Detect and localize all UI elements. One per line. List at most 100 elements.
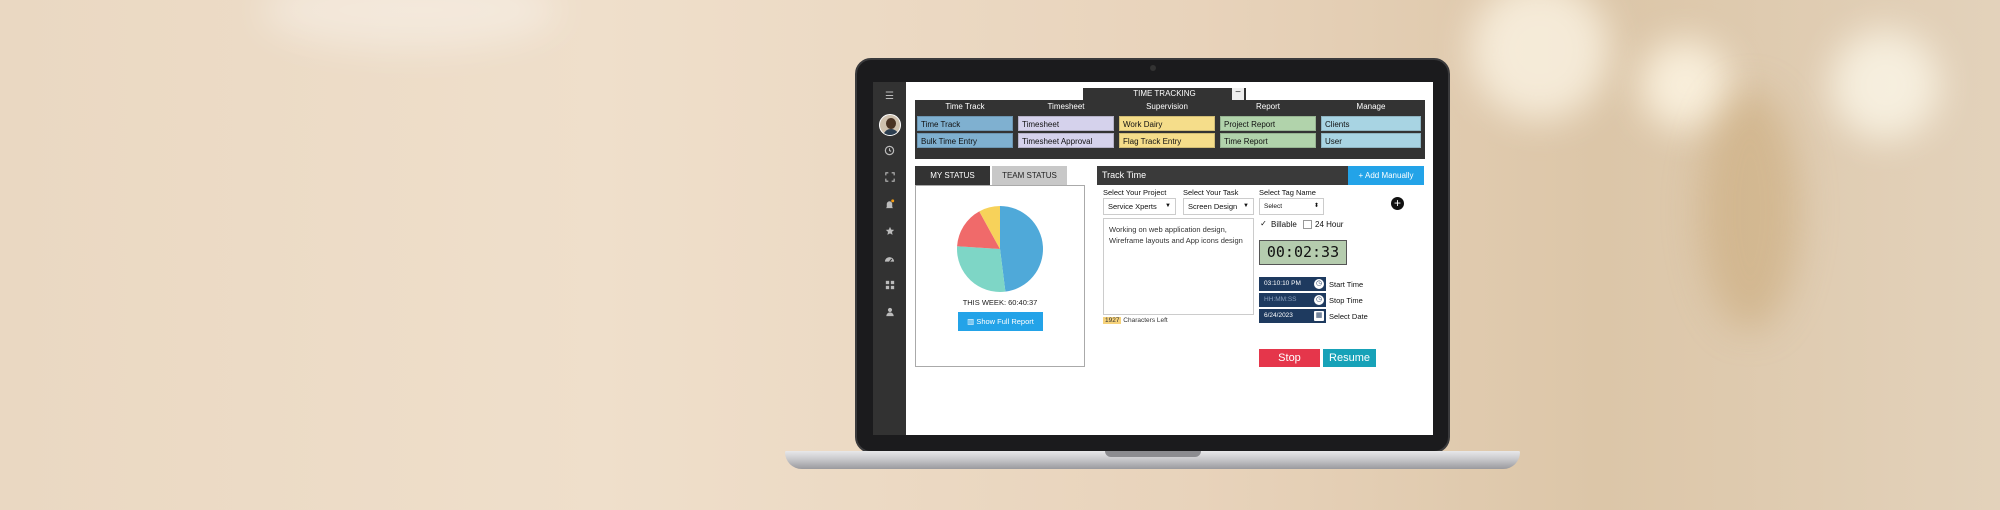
nav-item-project-report[interactable]: Project Report xyxy=(1220,116,1316,131)
calendar-icon[interactable]: ▦ xyxy=(1314,311,1324,321)
nav-header: Timesheet xyxy=(1047,102,1085,111)
background-blur-light xyxy=(1640,40,1730,130)
laptop-notch xyxy=(1105,451,1201,457)
track-time-title: Track Time xyxy=(1102,170,1147,180)
nav-item-flag-track-entry[interactable]: Flag Track Entry xyxy=(1119,133,1215,148)
week-total: THIS WEEK: 60:40:37 xyxy=(962,298,1038,307)
top-nav-menu: Time Track Time Track Bulk Time Entry Ti… xyxy=(915,100,1425,159)
24-hour-checkbox[interactable]: 24 Hour xyxy=(1303,220,1344,230)
start-time-input[interactable]: 03:10:10 PM ◷ xyxy=(1259,277,1326,291)
camera xyxy=(1150,65,1156,71)
user-icon[interactable] xyxy=(873,307,906,321)
24-hour-label: 24 Hour xyxy=(1315,220,1344,229)
description-textarea[interactable]: Working on web application design, Wiref… xyxy=(1103,218,1254,315)
tab-team-status[interactable]: TEAM STATUS xyxy=(992,166,1067,185)
stop-time-input[interactable]: HH:MM:SS ◷ xyxy=(1259,293,1326,307)
select-date-label: Select Date xyxy=(1329,312,1368,321)
checkbox-box xyxy=(1303,220,1312,230)
app-screen: ☰ TIME TRACKING − Time Track Time Track … xyxy=(873,82,1433,435)
background-blur-light xyxy=(1700,90,1800,330)
nav-item-work-dairy[interactable]: Work Dairy xyxy=(1119,116,1215,131)
nav-header: Manage xyxy=(1356,102,1386,111)
billable-label: Billable xyxy=(1271,220,1297,229)
timer-display: 00:02:33 xyxy=(1259,240,1347,265)
stop-time-label: Stop Time xyxy=(1329,296,1363,305)
main-content: TIME TRACKING − Time Track Time Track Bu… xyxy=(906,82,1433,435)
bell-icon[interactable] xyxy=(873,199,906,214)
project-select-value: Service Xperts xyxy=(1108,202,1157,211)
stop-time-placeholder: HH:MM:SS xyxy=(1264,296,1297,303)
laptop-base xyxy=(785,451,1520,469)
tag-select[interactable]: Select ⬍ xyxy=(1259,198,1324,215)
start-time-value: 03:10:10 PM xyxy=(1264,280,1301,287)
clock-icon[interactable] xyxy=(873,145,906,160)
sidebar: ☰ xyxy=(873,82,906,435)
clock-icon[interactable]: ◷ xyxy=(1314,279,1324,289)
show-full-report-button[interactable]: ▥ Show Full Report xyxy=(958,312,1043,331)
nav-item-clients[interactable]: Clients xyxy=(1321,116,1421,131)
background-blur-light xyxy=(260,0,560,50)
resume-button[interactable]: Resume xyxy=(1323,349,1376,367)
date-value: 6/24/2023 xyxy=(1264,312,1293,319)
nav-column-timesheet: Timesheet Timesheet Timesheet Approval xyxy=(1016,100,1116,159)
project-label: Select Your Project xyxy=(1103,188,1167,197)
nav-column-time-track: Time Track Time Track Bulk Time Entry xyxy=(915,100,1015,159)
add-manually-button[interactable]: + Add Manually xyxy=(1348,166,1424,185)
tag-select-value: Select xyxy=(1264,203,1283,210)
track-time-header: Track Time + Add Manually xyxy=(1097,166,1424,185)
date-input[interactable]: 6/24/2023 ▦ xyxy=(1259,309,1326,323)
characters-count: 1927 xyxy=(1103,317,1122,324)
minimize-button[interactable]: − xyxy=(1232,88,1244,100)
check-icon: ✓ xyxy=(1260,219,1267,229)
add-tag-icon[interactable]: + xyxy=(1391,197,1404,210)
nav-item-timesheet-approval[interactable]: Timesheet Approval xyxy=(1018,133,1114,148)
chart-icon: ▥ xyxy=(967,317,977,326)
characters-left: 1927 Characters Left xyxy=(1103,317,1168,324)
nav-item-time-report[interactable]: Time Report xyxy=(1220,133,1316,148)
status-panel: MY STATUS TEAM STATUS THIS WEEK: 60:40:3… xyxy=(915,166,1085,367)
caret-updown-icon: ⬍ xyxy=(1313,203,1319,209)
status-content: THIS WEEK: 60:40:37 ▥ Show Full Report xyxy=(915,185,1085,367)
nav-header: Time Track xyxy=(945,102,985,111)
status-pie-chart xyxy=(957,206,1043,292)
pie-slice-1 xyxy=(957,246,1006,292)
task-label: Select Your Task xyxy=(1183,188,1239,197)
project-select[interactable]: Service Xperts ▼ xyxy=(1103,198,1176,215)
task-select-value: Screen Design xyxy=(1188,202,1238,211)
nav-item-time-track[interactable]: Time Track xyxy=(917,116,1013,131)
nav-header: Report xyxy=(1255,102,1280,111)
avatar[interactable] xyxy=(879,114,901,136)
tab-my-status[interactable]: MY STATUS xyxy=(915,166,990,185)
stop-button[interactable]: Stop xyxy=(1259,349,1320,367)
tag-label: Select Tag Name xyxy=(1259,188,1316,197)
characters-left-label: Characters Left xyxy=(1123,317,1168,324)
nav-header: Supervision xyxy=(1146,102,1188,111)
menu-icon[interactable]: ☰ xyxy=(873,91,906,103)
start-time-label: Start Time xyxy=(1329,280,1364,289)
nav-item-timesheet[interactable]: Timesheet xyxy=(1018,116,1114,131)
caret-down-icon: ▼ xyxy=(1165,203,1171,209)
nav-column-manage: Manage Clients User xyxy=(1319,100,1423,159)
dashboard-icon[interactable] xyxy=(873,253,906,267)
time-tracking-header: TIME TRACKING − xyxy=(1083,88,1246,100)
grid-icon[interactable] xyxy=(873,280,906,294)
nav-item-bulk-time-entry[interactable]: Bulk Time Entry xyxy=(917,133,1013,148)
show-full-report-label: Show Full Report xyxy=(976,317,1034,326)
clock-icon[interactable]: ◷ xyxy=(1314,295,1324,305)
billable-checkbox[interactable]: ✓ Billable xyxy=(1259,220,1297,229)
panel-title: TIME TRACKING xyxy=(1133,89,1196,98)
nav-column-supervision: Supervision Work Dairy Flag Track Entry xyxy=(1117,100,1217,159)
expand-icon[interactable] xyxy=(873,172,906,186)
add-manually-label: Add Manually xyxy=(1364,171,1414,180)
star-icon[interactable] xyxy=(873,226,906,240)
pie-slice-0 xyxy=(1000,206,1043,292)
nav-item-user[interactable]: User xyxy=(1321,133,1421,148)
nav-column-report: Report Project Report Time Report xyxy=(1218,100,1318,159)
laptop-bezel: ☰ TIME TRACKING − Time Track Time Track … xyxy=(855,58,1450,453)
status-tabs: MY STATUS TEAM STATUS xyxy=(915,166,1085,185)
background-blur-light xyxy=(1470,0,1610,120)
track-time-panel: Track Time + Add Manually Select Your Pr… xyxy=(1097,166,1424,367)
background-blur-light xyxy=(1830,30,1940,140)
task-select[interactable]: Screen Design ▼ xyxy=(1183,198,1254,215)
caret-down-icon: ▼ xyxy=(1243,203,1249,209)
